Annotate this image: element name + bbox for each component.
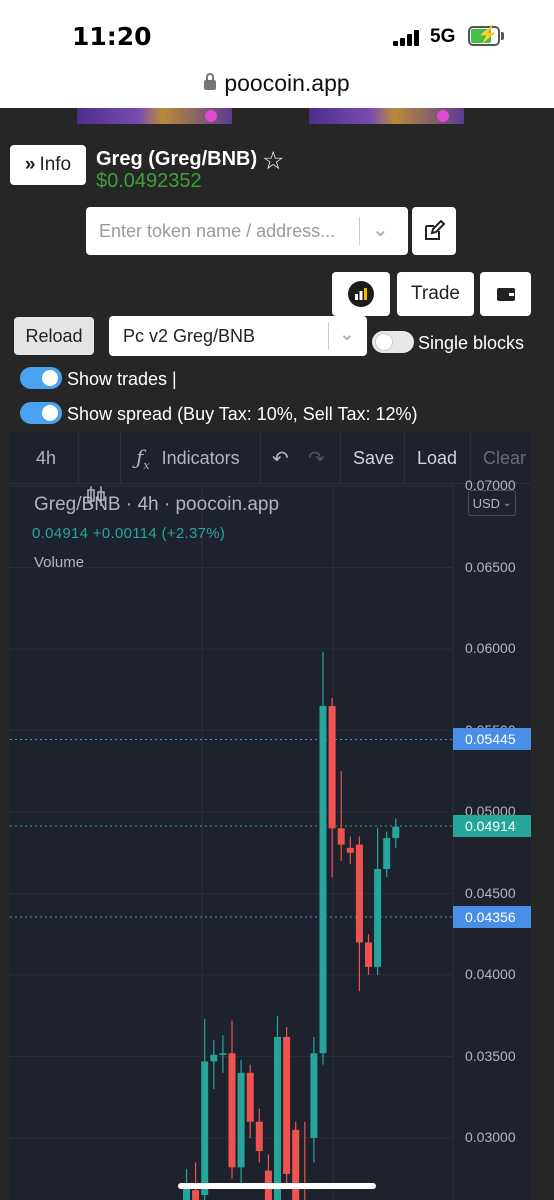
- chart-legend-title: Greg/BNB · 4h · poocoin.app: [34, 494, 280, 515]
- edit-icon: [425, 220, 445, 240]
- candle: [328, 706, 336, 829]
- candle: [192, 1190, 200, 1200]
- token-title: Greg (Greg/BNB): [96, 148, 258, 170]
- indicators-label: Indicators: [161, 447, 240, 468]
- candle: [274, 1036, 281, 1200]
- chart-legend-volume: Volume: [34, 554, 85, 571]
- candlestick-plot[interactable]: [10, 484, 531, 1200]
- undo-icon[interactable]: ↶: [272, 432, 289, 484]
- token-search: ⌄: [86, 207, 408, 255]
- currency-select[interactable]: USD ⌄: [468, 490, 516, 516]
- price-tick-label: 0.04500: [465, 884, 516, 901]
- price-chart[interactable]: 4h ƒx Indicators ↶ ↷ Save Load Clear Gre…: [10, 432, 531, 1200]
- show-trades-toggle[interactable]: [20, 367, 62, 389]
- reload-button[interactable]: Reload: [14, 317, 94, 355]
- url-text: poocoin.app: [224, 70, 350, 96]
- candle: [283, 1036, 291, 1174]
- candle: [255, 1121, 263, 1152]
- show-trades-label: Show trades |: [67, 369, 177, 389]
- signal-icon: [393, 30, 421, 46]
- candle: [310, 1053, 318, 1138]
- battery-icon: ⚡: [468, 25, 504, 46]
- candle: [365, 942, 372, 967]
- candle: [292, 1129, 300, 1200]
- token-search-input[interactable]: [86, 207, 358, 255]
- candle: [228, 1053, 236, 1168]
- wallet-icon: [496, 288, 515, 301]
- candle: [337, 828, 345, 845]
- load-button[interactable]: Load: [417, 432, 457, 484]
- network-type: 5G: [430, 26, 456, 47]
- status-time: 11:20: [72, 22, 152, 51]
- wallet-button[interactable]: [480, 272, 531, 316]
- show-spread-toggle[interactable]: [20, 402, 62, 424]
- home-indicator: [178, 1183, 376, 1189]
- single-blocks-toggle[interactable]: [372, 331, 414, 353]
- candle: [237, 1072, 245, 1168]
- pair-select-divider: [328, 322, 329, 350]
- price-tick-label: 0.03000: [465, 1129, 516, 1145]
- show-spread-label: Show spread (Buy Tax: 10%, Sell Tax: 12%…: [67, 404, 418, 424]
- chevron-down-icon: ⌄: [339, 324, 355, 345]
- candle: [246, 1072, 254, 1122]
- search-divider: [359, 217, 360, 245]
- ad-banner-left[interactable]: [77, 108, 232, 124]
- fx-icon: ƒx: [136, 444, 150, 472]
- candle: [319, 706, 327, 1054]
- last-price-badge: 0.04914: [453, 815, 531, 838]
- poocoin-logo-button[interactable]: [332, 272, 390, 316]
- price-tick-label: 0.06500: [465, 558, 516, 575]
- candle: [383, 838, 391, 870]
- candle: [219, 1053, 227, 1055]
- interval-button[interactable]: 4h: [36, 432, 56, 484]
- info-button-label: Info: [39, 154, 72, 175]
- price-tick-label: 0.06000: [465, 640, 516, 656]
- chart-legend-values: 0.04914 +0.00114 (+2.37%): [32, 525, 226, 542]
- candle: [374, 869, 382, 967]
- currency-label: USD: [472, 495, 501, 511]
- star-icon[interactable]: ☆: [262, 146, 284, 176]
- address-bar[interactable]: poocoin.app: [0, 70, 554, 97]
- price-tick-label: 0.03500: [465, 1047, 516, 1064]
- chart-logo-icon: [348, 281, 374, 307]
- buy-spread-badge: 0.05445: [453, 728, 531, 751]
- candle: [346, 847, 354, 853]
- sell-spread-badge: 0.04356: [453, 905, 531, 928]
- candle: [355, 844, 363, 943]
- ad-banner-right[interactable]: [309, 108, 464, 124]
- chevron-down-icon: ⌄: [503, 497, 512, 509]
- candle: [201, 1061, 209, 1196]
- edit-button[interactable]: [412, 207, 456, 255]
- status-bar: 11:20 5G ⚡ poocoin.app: [0, 0, 554, 108]
- redo-icon[interactable]: ↷: [308, 432, 325, 484]
- double-chevron-icon: »: [24, 154, 36, 175]
- indicators-button[interactable]: ƒx Indicators: [136, 432, 240, 484]
- candle: [210, 1054, 218, 1062]
- single-blocks-label: Single blocks: [418, 333, 525, 353]
- trade-button[interactable]: Trade: [397, 272, 474, 316]
- token-price: $0.0492352: [96, 170, 202, 192]
- pair-select-value: Pc v2 Greg/BNB: [123, 326, 256, 346]
- lock-icon: [204, 73, 217, 90]
- chevron-down-icon[interactable]: ⌄: [372, 217, 389, 242]
- price-tick-label: 0.04000: [465, 966, 516, 982]
- candle: [392, 826, 400, 839]
- pair-select[interactable]: Pc v2 Greg/BNB ⌄: [109, 316, 367, 356]
- price-tick-label: 0.07000: [465, 477, 516, 493]
- info-button[interactable]: » Info: [10, 145, 86, 185]
- save-button[interactable]: Save: [353, 432, 394, 484]
- chart-toolbar: 4h ƒx Indicators ↶ ↷ Save Load Clear: [10, 432, 531, 506]
